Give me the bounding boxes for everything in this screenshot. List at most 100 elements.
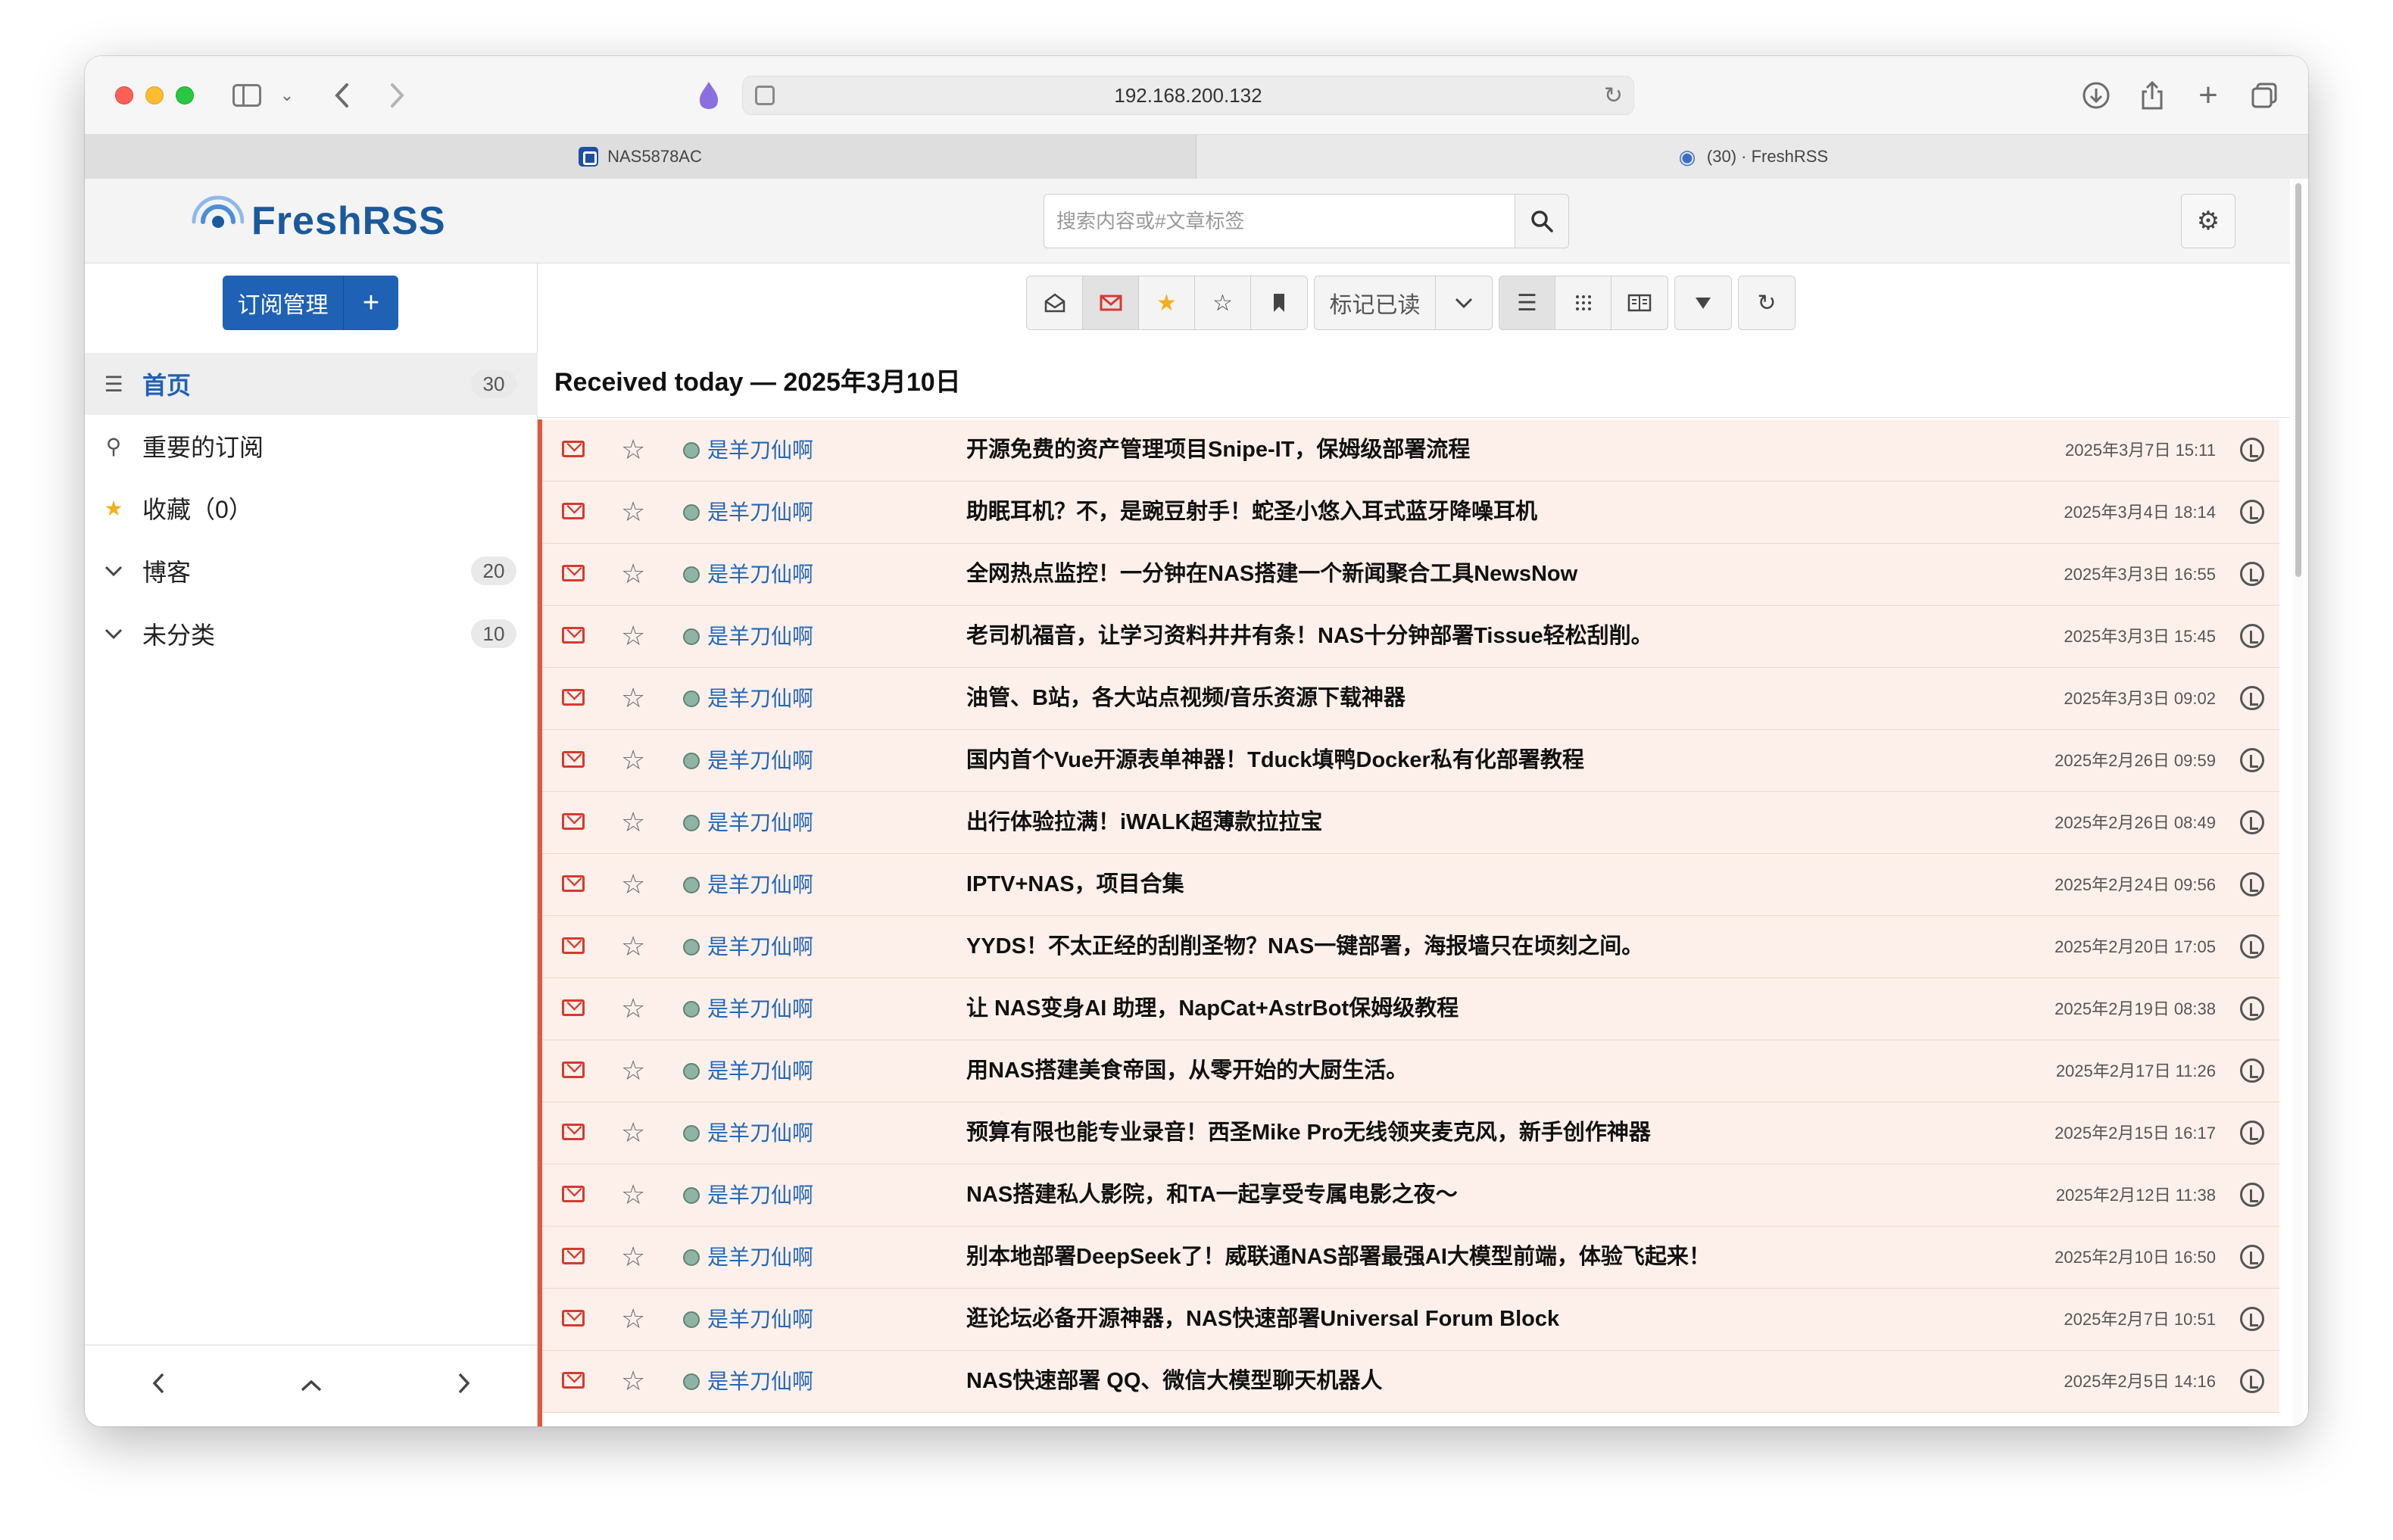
share-icon[interactable] <box>2240 1369 2264 1393</box>
show-read-button[interactable] <box>1027 276 1083 329</box>
article-title[interactable]: 油管、B站，各大站点视频/音乐资源下载神器 <box>966 683 1406 713</box>
mark-read-button[interactable]: 标记已读 <box>1315 276 1436 329</box>
article-row[interactable]: ☆ 是羊刀仙啊 老司机福音，让学习资料井井有条！NAS十分钟部署Tissue轻松刮削… <box>542 606 2279 668</box>
article-row[interactable]: ☆ 是羊刀仙啊 YYDS！不太正经的刮削圣物？NAS一键部署，海报墙只在顷刻之间。 2… <box>542 916 2279 978</box>
article-title[interactable]: 让 NAS变身AI 助理，NapCat+AstrBot保姆级教程 <box>966 993 1459 1024</box>
article-feed-name[interactable]: 是羊刀仙啊 <box>707 809 813 837</box>
previous-feed-icon[interactable] <box>150 1369 168 1403</box>
article-title[interactable]: 开源免费的资产管理项目Snipe-IT，保姆级部署流程 <box>966 435 1470 465</box>
article-title[interactable]: NAS搭建私人影院，和TA一起享受专属电影之夜～ <box>966 1180 1458 1210</box>
sidebar-toggle-icon[interactable] <box>230 77 264 114</box>
article-title[interactable]: YYDS！不太正经的刮削圣物？NAS一键部署，海报墙只在顷刻之间。 <box>966 931 1643 962</box>
chevron-down-icon[interactable]: ⌄ <box>276 77 298 114</box>
mark-read-icon[interactable] <box>562 875 585 892</box>
share-icon[interactable] <box>2240 748 2264 772</box>
subscription-management-button[interactable]: 订阅管理 <box>223 276 344 330</box>
favorite-star-icon[interactable]: ☆ <box>621 930 645 963</box>
share-icon[interactable] <box>2240 1245 2264 1269</box>
article-row[interactable]: ☆ 是羊刀仙啊 助眠耳机？不，是豌豆射手！蛇圣小悠入耳式蓝牙降噪耳机 2025年3月4… <box>542 482 2279 544</box>
search-button[interactable] <box>1515 194 1569 248</box>
favorite-star-icon[interactable]: ☆ <box>621 806 645 839</box>
share-icon[interactable] <box>2240 686 2264 710</box>
scroll-top-icon[interactable] <box>299 1369 323 1403</box>
article-feed-name[interactable]: 是羊刀仙啊 <box>707 1243 813 1272</box>
favorite-star-icon[interactable]: ☆ <box>621 557 645 591</box>
scrollbar-thumb[interactable] <box>2295 183 2301 577</box>
article-feed-name[interactable]: 是羊刀仙啊 <box>707 436 813 465</box>
article-feed-name[interactable]: 是羊刀仙啊 <box>707 933 813 962</box>
mark-read-icon[interactable] <box>562 503 585 519</box>
mark-read-icon[interactable] <box>562 565 585 581</box>
refresh-button[interactable]: ↻ <box>1739 276 1795 329</box>
article-feed-name[interactable]: 是羊刀仙啊 <box>707 498 813 527</box>
page-menu-icon[interactable] <box>755 86 775 105</box>
mark-read-icon[interactable] <box>562 1310 585 1326</box>
article-feed-name[interactable]: 是羊刀仙啊 <box>707 622 813 651</box>
share-icon[interactable] <box>2240 562 2264 586</box>
share-icon[interactable] <box>2240 872 2264 896</box>
mark-read-icon[interactable] <box>562 937 585 954</box>
add-subscription-button[interactable]: + <box>344 276 398 330</box>
favorite-star-icon[interactable]: ☆ <box>621 433 645 466</box>
show-important-button[interactable] <box>1251 276 1307 329</box>
article-row[interactable]: ☆ 是羊刀仙啊 开源免费的资产管理项目Snipe-IT，保姆级部署流程 2025年3月… <box>542 419 2279 482</box>
show-favorites-button[interactable]: ★ <box>1139 276 1195 329</box>
mark-read-icon[interactable] <box>562 689 585 706</box>
article-title[interactable]: IPTV+NAS，项目合集 <box>966 869 1184 899</box>
article-title[interactable]: NAS快速部署 QQ、微信大模型聊天机器人 <box>966 1366 1382 1396</box>
sort-order-button[interactable] <box>1675 276 1731 329</box>
article-feed-name[interactable]: 是羊刀仙啊 <box>707 871 813 899</box>
share-icon[interactable] <box>2134 77 2170 114</box>
favorite-star-icon[interactable]: ☆ <box>621 1240 645 1273</box>
download-icon[interactable] <box>2078 77 2114 114</box>
article-row[interactable]: ☆ 是羊刀仙啊 逛论坛必备开源神器，NAS快速部署Universal Forum B… <box>542 1289 2279 1351</box>
mark-read-icon[interactable] <box>562 627 585 644</box>
mark-read-dropdown[interactable] <box>1436 276 1492 329</box>
freshrss-logo[interactable]: FreshRSS <box>191 192 446 250</box>
article-row[interactable]: ☆ 是羊刀仙啊 用NAS搭建美食帝国，从零开始的大厨生活。 2025年2月17日 11… <box>542 1040 2279 1102</box>
share-icon[interactable] <box>2240 934 2264 959</box>
share-icon[interactable] <box>2240 624 2264 648</box>
share-icon[interactable] <box>2240 1183 2264 1207</box>
chevron-down-icon[interactable] <box>98 559 129 583</box>
mark-read-icon[interactable] <box>562 999 585 1016</box>
grid-view-button[interactable] <box>1555 276 1611 329</box>
page-scrollbar[interactable] <box>2293 179 2304 1426</box>
search-input[interactable] <box>1044 194 1515 248</box>
mark-read-icon[interactable] <box>562 813 585 830</box>
tab-nas[interactable]: NAS5878AC <box>85 135 1196 179</box>
mark-read-icon[interactable] <box>562 1372 585 1389</box>
favorite-star-icon[interactable]: ☆ <box>621 619 645 653</box>
share-icon[interactable] <box>2240 1121 2264 1145</box>
mark-read-icon[interactable] <box>562 751 585 768</box>
article-row[interactable]: ☆ 是羊刀仙啊 NAS搭建私人影院，和TA一起享受专属电影之夜～ 2025年2月12日… <box>542 1164 2279 1227</box>
favorite-star-icon[interactable]: ☆ <box>621 1302 645 1336</box>
favorite-star-icon[interactable]: ☆ <box>621 1178 645 1211</box>
new-tab-icon[interactable]: + <box>2190 76 2226 114</box>
article-feed-name[interactable]: 是羊刀仙啊 <box>707 560 813 589</box>
article-feed-name[interactable]: 是羊刀仙啊 <box>707 684 813 713</box>
normal-view-button[interactable]: ☰ <box>1499 276 1555 329</box>
article-title[interactable]: 用NAS搭建美食帝国，从零开始的大厨生活。 <box>966 1055 1408 1086</box>
article-title[interactable]: 国内首个Vue开源表单神器！Tduck填鸭Docker私有化部署教程 <box>966 745 1584 775</box>
mark-read-icon[interactable] <box>562 1186 585 1202</box>
article-feed-name[interactable]: 是羊刀仙啊 <box>707 747 813 775</box>
favorite-star-icon[interactable]: ☆ <box>621 992 645 1025</box>
article-feed-name[interactable]: 是羊刀仙啊 <box>707 1181 813 1210</box>
article-feed-name[interactable]: 是羊刀仙啊 <box>707 1367 813 1396</box>
article-row[interactable]: ☆ 是羊刀仙啊 油管、B站，各大站点视频/音乐资源下载神器 2025年3月3日 09:… <box>542 668 2279 730</box>
article-row[interactable]: ☆ 是羊刀仙啊 IPTV+NAS，项目合集 2025年2月24日 09:56 <box>542 854 2279 916</box>
article-title[interactable]: 预算有限也能专业录音！西圣Mike Pro无线领夹麦克风，新手创作神器 <box>966 1118 1651 1148</box>
share-icon[interactable] <box>2240 1058 2264 1083</box>
mark-read-icon[interactable] <box>562 1061 585 1078</box>
article-feed-name[interactable]: 是羊刀仙啊 <box>707 1119 813 1148</box>
article-row[interactable]: ☆ 是羊刀仙啊 预算有限也能专业录音！西圣Mike Pro无线领夹麦克风，新手创作神… <box>542 1102 2279 1164</box>
favorite-star-icon[interactable]: ☆ <box>621 681 645 715</box>
article-title[interactable]: 别本地部署DeepSeek了！威联通NAS部署最强AI大模型前端，体验飞起来！ <box>966 1242 1711 1272</box>
favorite-star-icon[interactable]: ☆ <box>621 495 645 528</box>
article-row[interactable]: ☆ 是羊刀仙啊 让 NAS变身AI 助理，NapCat+AstrBot保姆级教程 20… <box>542 978 2279 1040</box>
article-title[interactable]: 老司机福音，让学习资料井井有条！NAS十分钟部署Tissue轻松刮削。 <box>966 621 1653 651</box>
address-bar[interactable]: 192.168.200.132 ↻ <box>742 76 1634 115</box>
favorite-star-icon[interactable]: ☆ <box>621 744 645 777</box>
sidebar-item-important[interactable]: ⚲ 重要的订阅 <box>85 415 538 477</box>
